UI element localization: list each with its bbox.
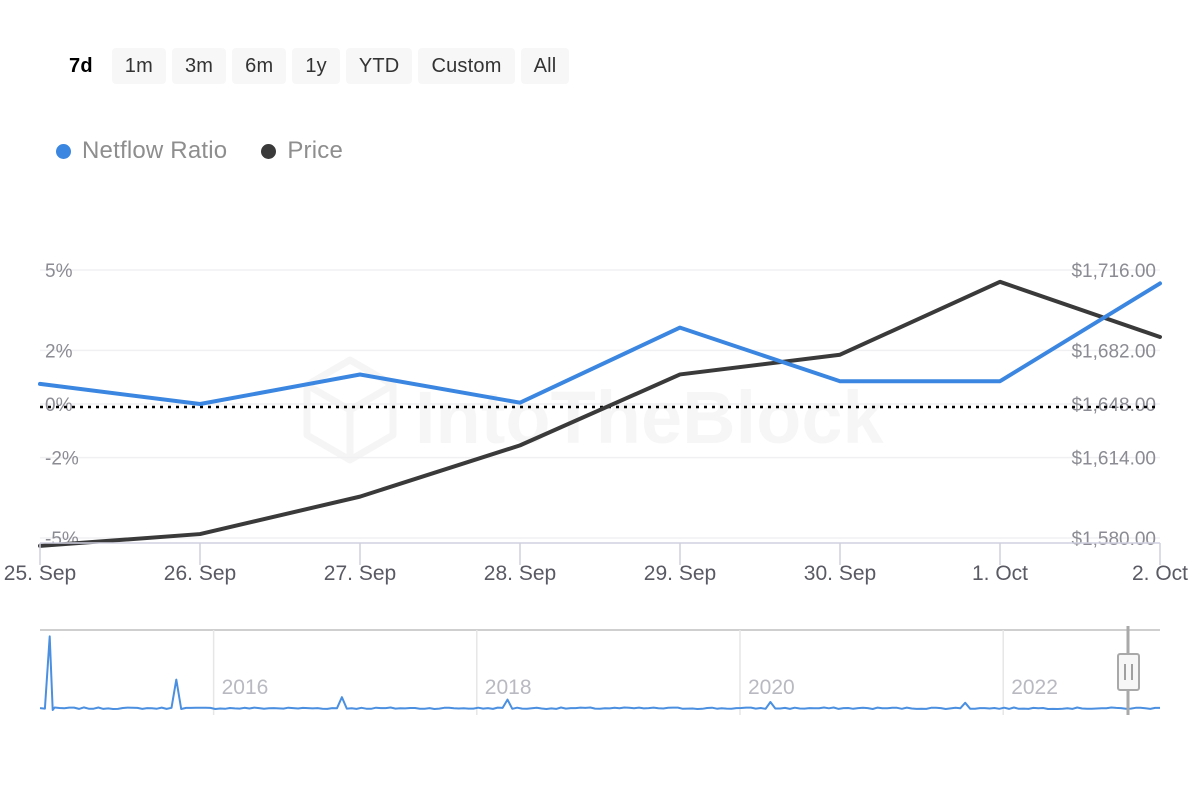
navigator-year-label: 2018 bbox=[485, 676, 532, 699]
chart-navigator[interactable]: 2016 2018 2020 2022 bbox=[0, 612, 1200, 772]
chart-plot-area: IntoTheBlock 5%2%0%-2%-5% $1,716.00$1,68… bbox=[0, 200, 1200, 600]
navigator-gridlines bbox=[214, 630, 1004, 715]
left-axis-tick-label: 0% bbox=[45, 395, 73, 416]
chart-page: 7d1m3m6m1yYTDCustomAll Netflow Ratio Pric… bbox=[0, 0, 1200, 800]
x-axis-labels: 25. Sep 26. Sep 27. Sep 28. Sep 29. Sep 30. S… bbox=[4, 562, 1188, 585]
range-button-6m[interactable]: 6m bbox=[232, 48, 286, 84]
legend-label: Netflow Ratio bbox=[82, 137, 227, 165]
navigator-year-label: 2016 bbox=[222, 676, 269, 699]
navigator-year-label: 2020 bbox=[748, 676, 795, 699]
right-axis-tick-label: $1,682.00 bbox=[1071, 341, 1156, 362]
x-axis-label: 30. Sep bbox=[804, 562, 876, 585]
range-button-1m[interactable]: 1m bbox=[112, 48, 166, 84]
x-axis-label: 26. Sep bbox=[164, 562, 236, 585]
x-axis-label: 29. Sep bbox=[644, 562, 716, 585]
x-axis-label: 2. Oct bbox=[1132, 562, 1188, 585]
left-axis-ticks: 5%2%0%-2%-5% bbox=[45, 261, 79, 550]
x-axis-label: 25. Sep bbox=[4, 562, 76, 585]
navigator-year-labels: 2016 2018 2020 2022 bbox=[222, 676, 1058, 699]
navigator-sparkline bbox=[40, 636, 1160, 710]
navigator-svg[interactable]: 2016 2018 2020 2022 bbox=[0, 612, 1200, 772]
range-selector: 7d1m3m6m1yYTDCustomAll bbox=[56, 46, 569, 86]
range-button-1y[interactable]: 1y bbox=[292, 48, 340, 84]
chart-legend: Netflow Ratio Price bbox=[56, 130, 343, 172]
range-button-all[interactable]: All bbox=[521, 48, 570, 84]
range-button-7d[interactable]: 7d bbox=[56, 48, 106, 84]
navigator-year-label: 2022 bbox=[1011, 676, 1058, 699]
main-chart-svg: IntoTheBlock 5%2%0%-2%-5% $1,716.00$1,68… bbox=[0, 200, 1200, 600]
legend-color-dot bbox=[261, 144, 276, 159]
right-axis-tick-label: $1,580.00 bbox=[1071, 529, 1156, 550]
range-button-ytd[interactable]: YTD bbox=[346, 48, 413, 84]
right-axis-tick-label: $1,716.00 bbox=[1071, 261, 1156, 282]
x-axis-label: 1. Oct bbox=[972, 562, 1028, 585]
left-axis-tick-label: 2% bbox=[45, 341, 73, 362]
drag-handle-icon[interactable] bbox=[1118, 654, 1139, 690]
range-button-custom[interactable]: Custom bbox=[418, 48, 514, 84]
legend-item-price[interactable]: Price bbox=[261, 137, 343, 165]
legend-item-netflow-ratio[interactable]: Netflow Ratio bbox=[56, 137, 227, 165]
left-axis-tick-label: 5% bbox=[45, 261, 73, 282]
legend-color-dot bbox=[56, 144, 71, 159]
legend-label: Price bbox=[287, 137, 343, 165]
x-axis-label: 27. Sep bbox=[324, 562, 396, 585]
left-axis-tick-label: -2% bbox=[45, 449, 79, 470]
right-axis-tick-label: $1,648.00 bbox=[1071, 395, 1156, 416]
right-axis-ticks: $1,716.00 $1,682.00 $1,648.00 $1,614.00 $1,5… bbox=[1071, 261, 1156, 550]
range-button-3m[interactable]: 3m bbox=[172, 48, 226, 84]
right-axis-tick-label: $1,614.00 bbox=[1071, 449, 1156, 470]
x-axis-label: 28. Sep bbox=[484, 562, 556, 585]
